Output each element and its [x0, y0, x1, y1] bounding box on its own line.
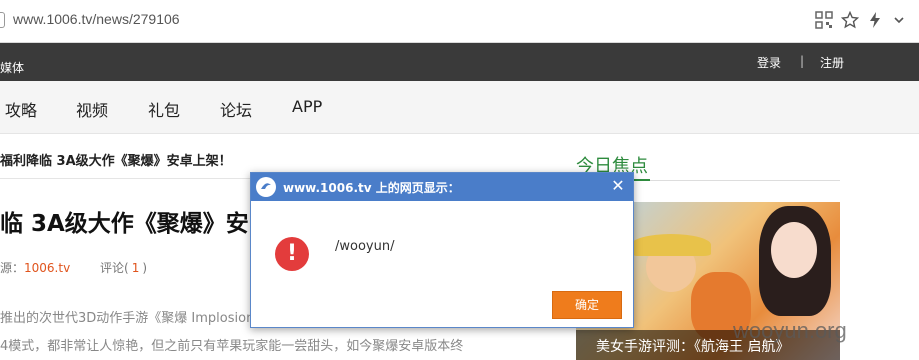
error-icon: ! [275, 237, 309, 271]
article-paragraph: 推出的次世代3D动作手游《聚爆 Implosion [0, 311, 255, 326]
watermark: wooyun.org [733, 318, 847, 343]
star-icon[interactable] [841, 11, 859, 29]
nav-item-app[interactable]: APP [292, 97, 322, 116]
url-text[interactable]: www.1006.tv/news/279106 [13, 11, 180, 27]
character-face [771, 222, 817, 278]
dialog-title-bar: www.1006.tv 上的网页显示： ✕ [251, 173, 633, 201]
article-headline: 临 3A级大作《聚爆》安 [0, 211, 249, 237]
chevron-down-icon[interactable] [890, 11, 908, 29]
dialog-message: /wooyun/ [335, 239, 395, 254]
register-link[interactable]: 注册 [820, 54, 844, 71]
source-label: 源： [0, 261, 25, 275]
article-paragraph: 4模式，都非常让人惊艳，但之前只有苹果玩家能一尝甜头，如今聚爆安卓版本终 [0, 339, 464, 354]
nav-item-forum[interactable]: 论坛 [220, 97, 252, 121]
article-meta: 源：1006.tv 评论(1) [0, 259, 147, 276]
notice-link[interactable]: 福利降临 3A级大作《聚爆》安卓上架！ [0, 150, 232, 169]
comment-close: ) [142, 261, 148, 275]
main-nav: 攻略 视频 礼包 论坛 APP [0, 81, 919, 134]
browser-logo-icon [256, 177, 276, 197]
qr-code-icon[interactable] [815, 11, 833, 29]
dialog-title: www.1006.tv 上的网页显示： [283, 181, 460, 195]
ok-button[interactable]: 确定 [552, 291, 622, 319]
site-top-bar: 媒体 登录 | 注册 [0, 43, 919, 81]
straw-hat [631, 234, 711, 256]
address-bar[interactable]: www.1006.tv/news/279106 [0, 0, 919, 43]
source-link[interactable]: 1006.tv [24, 261, 70, 275]
tab-edge-icon [0, 12, 5, 28]
login-link[interactable]: 登录 [757, 54, 781, 71]
comment-label: 评论( [100, 261, 129, 275]
nav-item-guides[interactable]: 攻略 [5, 97, 37, 121]
close-icon[interactable]: ✕ [608, 176, 628, 196]
comment-count[interactable]: 1 [129, 261, 143, 275]
bolt-icon[interactable] [866, 11, 884, 29]
alert-dialog: www.1006.tv 上的网页显示： ✕ ! /wooyun/ 确定 [250, 172, 634, 328]
separator: | [800, 54, 805, 68]
nav-item-gifts[interactable]: 礼包 [148, 97, 180, 121]
brand-text: 媒体 [0, 61, 25, 75]
nav-item-videos[interactable]: 视频 [76, 97, 108, 121]
